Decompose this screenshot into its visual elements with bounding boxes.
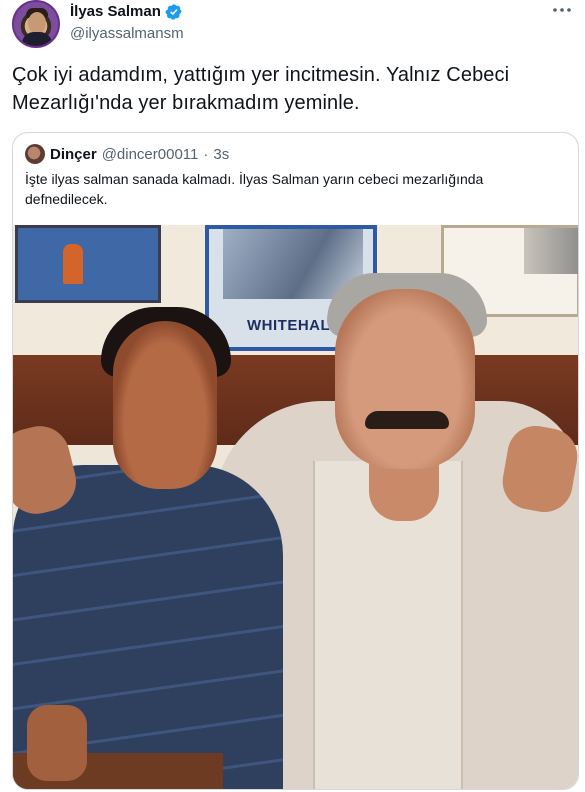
quoted-separator: · [203, 145, 209, 163]
tweet: İlyas Salman @ilyassalmansm Çok iyi adam… [0, 0, 585, 792]
quoted-author-handle: @dincer00011 [101, 145, 199, 163]
verified-badge-icon [165, 4, 182, 20]
man-right-face [335, 289, 475, 469]
quoted-tweet[interactable]: Dinçer @dincer00011 · 3s İşte ilyas salm… [12, 132, 579, 790]
quoted-author-display-name: Dinçer [50, 145, 97, 163]
poster-image [524, 228, 578, 274]
man-right-moustache [365, 411, 449, 429]
quoted-timestamp: 3s [213, 145, 230, 163]
more-horizontal-icon[interactable] [551, 2, 573, 18]
author-display-name[interactable]: İlyas Salman [70, 2, 161, 22]
avatar-shirt [22, 32, 52, 46]
tweet-text: Çok iyi adamdım, yattığım yer incitmesin… [12, 64, 510, 114]
tweet-header: İlyas Salman @ilyassalmansm [12, 0, 577, 50]
man-left-hand [27, 705, 87, 781]
poster-figure [63, 244, 83, 284]
poster-brand-text: WHITEHALL [247, 317, 340, 334]
display-name-row: İlyas Salman [70, 2, 184, 22]
man-left-face [113, 321, 217, 489]
quoted-tweet-photo[interactable]: WHITEHALL [13, 225, 578, 789]
quoted-author-avatar [25, 144, 45, 164]
author-names: İlyas Salman @ilyassalmansm [70, 2, 184, 44]
quoted-tweet-text: İşte ilyas salman sanada kalmadı. İlyas … [25, 171, 484, 207]
photo-poster-left [15, 225, 161, 303]
quoted-tweet-header: Dinçer @dincer00011 · 3s [25, 144, 229, 164]
author-handle[interactable]: @ilyassalmansm [70, 24, 184, 44]
avatar-face [28, 12, 46, 34]
author-avatar[interactable] [12, 0, 60, 48]
